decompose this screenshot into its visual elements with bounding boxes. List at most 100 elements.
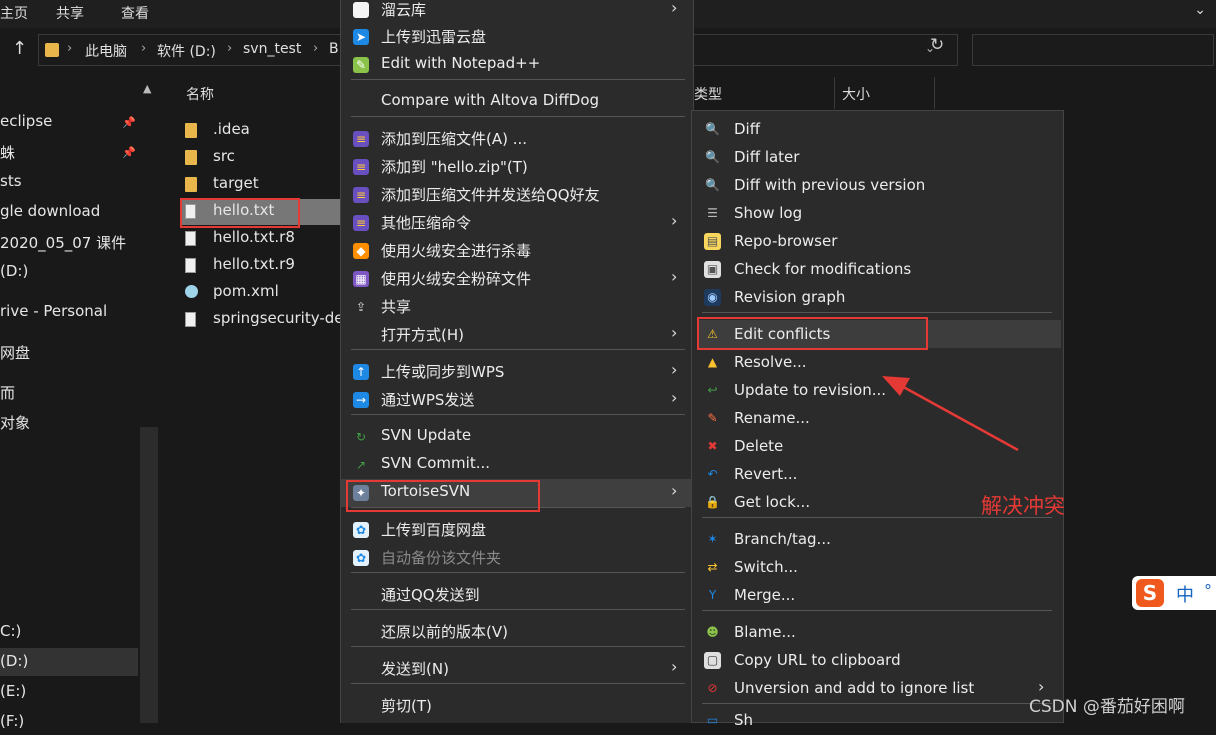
ribbon-tab-share[interactable]: 共享 — [56, 3, 84, 23]
file-row[interactable]: pom.xml — [185, 282, 342, 306]
context-menu-item-label: 还原以前的版本(V) — [381, 623, 508, 641]
svn-menu-item-label: Delete — [734, 437, 784, 455]
file-row[interactable]: hello.txt.r9 — [185, 255, 342, 279]
breadcrumb-svn-test[interactable]: svn_test — [243, 41, 301, 57]
svn-menu-item[interactable]: ▭ Sh — [692, 707, 1063, 735]
file-row[interactable]: springsecurity-de — [185, 309, 344, 333]
menu-separator — [702, 312, 1052, 313]
pin-icon[interactable]: 📌 — [122, 146, 136, 159]
context-menu-item[interactable]: → 通过WPS发送 › — [341, 386, 693, 414]
file-row[interactable]: src — [185, 147, 342, 171]
context-menu-item[interactable]: Compare with Altova DiffDog — [341, 88, 693, 116]
context-menu-item-label: 上传到百度网盘 — [381, 521, 487, 539]
file-row[interactable]: target — [185, 174, 342, 198]
svn-menu-item[interactable]: 🔍 Diff — [692, 116, 1063, 144]
svn-menu-item[interactable]: ▢ Copy URL to clipboard — [692, 647, 1063, 675]
context-menu-item-label: Edit with Notepad++ — [381, 54, 541, 72]
context-menu-item[interactable]: ≡ 其他压缩命令 › — [341, 209, 693, 237]
context-menu-item[interactable]: ↑ 上传或同步到WPS › — [341, 358, 693, 386]
breadcrumb-separator-icon: › — [67, 41, 73, 56]
context-menu-item[interactable]: 发送到(N) › — [341, 655, 693, 683]
delete-icon: ✖ — [707, 439, 718, 453]
context-menu-item[interactable]: ✎ Edit with Notepad++ — [341, 51, 693, 79]
file-icon — [185, 312, 196, 327]
svn-menu-item[interactable]: ▤ Repo-browser — [692, 228, 1063, 256]
context-menu-item[interactable]: ▦ 使用火绒安全粉碎文件 › — [341, 265, 693, 293]
context-menu-item-label: 发送到(N) — [381, 660, 449, 678]
breadcrumb-current[interactable]: B — [329, 41, 339, 57]
breadcrumb-drive-d[interactable]: 软件 (D:) — [157, 41, 216, 61]
clipboard-icon: ▢ — [704, 652, 721, 669]
nav-scrollbar[interactable] — [140, 427, 158, 723]
svn-menu-item[interactable]: Y Merge... — [692, 582, 1063, 610]
up-arrow-icon[interactable]: ↑ — [12, 38, 27, 59]
scroll-up-icon[interactable]: ▲ — [143, 82, 151, 95]
svn-menu-item-label: Revision graph — [734, 288, 846, 306]
file-row[interactable]: hello.txt.r8 — [185, 228, 342, 252]
svn-menu-item[interactable]: ✶ Branch/tag... — [692, 526, 1063, 554]
context-menu-item[interactable]: 还原以前的版本(V) — [341, 618, 693, 646]
search-input[interactable] — [972, 34, 1214, 66]
magnifier-icon: 🔍 — [705, 122, 720, 136]
context-menu-item[interactable]: ⇪ 共享 — [341, 293, 693, 321]
nav-item[interactable]: sts — [0, 172, 22, 190]
svn-menu-item[interactable]: ☰ Show log — [692, 200, 1063, 228]
file-row[interactable]: .idea — [185, 120, 342, 144]
svn-menu-item[interactable]: ☻ Blame... — [692, 619, 1063, 647]
svn-menu-item[interactable]: ⇄ Switch... — [692, 554, 1063, 582]
context-menu-item[interactable]: 打开方式(H) › — [341, 321, 693, 349]
context-menu-item[interactable]: 剪切(T) — [341, 692, 693, 720]
nav-item[interactable]: rive - Personal — [0, 302, 107, 320]
svn-menu-item[interactable]: ↶ Revert... — [692, 461, 1063, 489]
ribbon-tab-home[interactable]: 主页 — [0, 3, 28, 23]
context-menu-item[interactable]: ≡ 添加到压缩文件并发送给QQ好友 — [341, 181, 693, 209]
svn-menu-item-label: Diff — [734, 120, 761, 138]
breadcrumb-this-pc[interactable]: 此电脑 — [85, 41, 127, 61]
column-header-name[interactable]: 名称 — [186, 84, 214, 104]
context-menu-item[interactable]: 溜云库 › — [341, 0, 693, 24]
nav-item[interactable]: 对象 — [0, 412, 30, 433]
nav-item[interactable]: eclipse — [0, 112, 52, 130]
svn-menu-item[interactable]: ◉ Revision graph — [692, 284, 1063, 312]
context-menu-item: ✿ 自动备份该文件夹 — [341, 544, 693, 572]
file-name: src — [213, 147, 235, 165]
context-menu-item[interactable]: ◆ 使用火绒安全进行杀毒 — [341, 237, 693, 265]
context-menu-item[interactable]: ➤ 上传到迅雷云盘 — [341, 23, 693, 51]
ime-punct-icon[interactable]: ° — [1204, 581, 1212, 600]
chevron-right-icon: › — [671, 0, 678, 17]
context-menu-item[interactable]: 通过QQ发送到 — [341, 581, 693, 609]
nav-item[interactable]: (D:) — [0, 262, 28, 280]
nav-item[interactable]: (D:) — [0, 652, 28, 670]
svn-menu-item[interactable]: ⊘ Unversion and add to ignore list › — [692, 675, 1063, 703]
column-header-size[interactable]: 大小 — [842, 84, 870, 104]
context-menu-item[interactable]: ↻ SVN Update — [341, 423, 693, 451]
file-name: hello.txt.r8 — [213, 228, 295, 246]
ime-toolbar[interactable]: S 中 ° — [1132, 576, 1216, 610]
context-menu-item[interactable]: ≡ 添加到压缩文件(A) ... — [341, 125, 693, 153]
nav-item[interactable]: (E:) — [0, 682, 26, 700]
svn-menu-item[interactable]: 🔍 Diff with previous version — [692, 172, 1063, 200]
nav-item[interactable]: C:) — [0, 622, 21, 640]
nav-item[interactable]: 2020_05_07 课件 — [0, 232, 126, 253]
ime-mode-label[interactable]: 中 — [1176, 581, 1194, 607]
context-menu-item[interactable]: ✿ 上传到百度网盘 — [341, 516, 693, 544]
ribbon-tab-view[interactable]: 查看 — [121, 3, 149, 23]
magnifier-icon: 🔍 — [705, 150, 720, 164]
context-menu-item-label: SVN Commit... — [381, 454, 490, 472]
svn-menu-item[interactable]: 🔍 Diff later — [692, 144, 1063, 172]
nav-item[interactable]: (F:) — [0, 712, 24, 730]
nav-item[interactable]: gle download — [0, 202, 100, 220]
nav-item[interactable]: 网盘 — [0, 342, 30, 363]
refresh-icon[interactable]: ↻ — [930, 35, 944, 55]
context-menu-item[interactable]: ↗ SVN Commit... — [341, 451, 693, 479]
nav-item[interactable]: 而 — [0, 382, 15, 403]
svn-menu-item[interactable]: ▣ Check for modifications — [692, 256, 1063, 284]
update-icon: ↩ — [707, 383, 718, 397]
context-menu-item[interactable]: ≡ 添加到 "hello.zip"(T) — [341, 153, 693, 181]
pencil-icon: ✎ — [707, 411, 718, 425]
context-menu: 溜云库 › ➤ 上传到迅雷云盘 ✎ Edit with Notepad++ Compare … — [340, 0, 694, 723]
column-header-type[interactable]: 类型 — [694, 84, 722, 104]
pin-icon[interactable]: 📌 — [122, 116, 136, 129]
chevron-down-icon[interactable]: ⌄ — [1194, 2, 1206, 18]
nav-item[interactable]: 蛛 — [0, 142, 15, 163]
